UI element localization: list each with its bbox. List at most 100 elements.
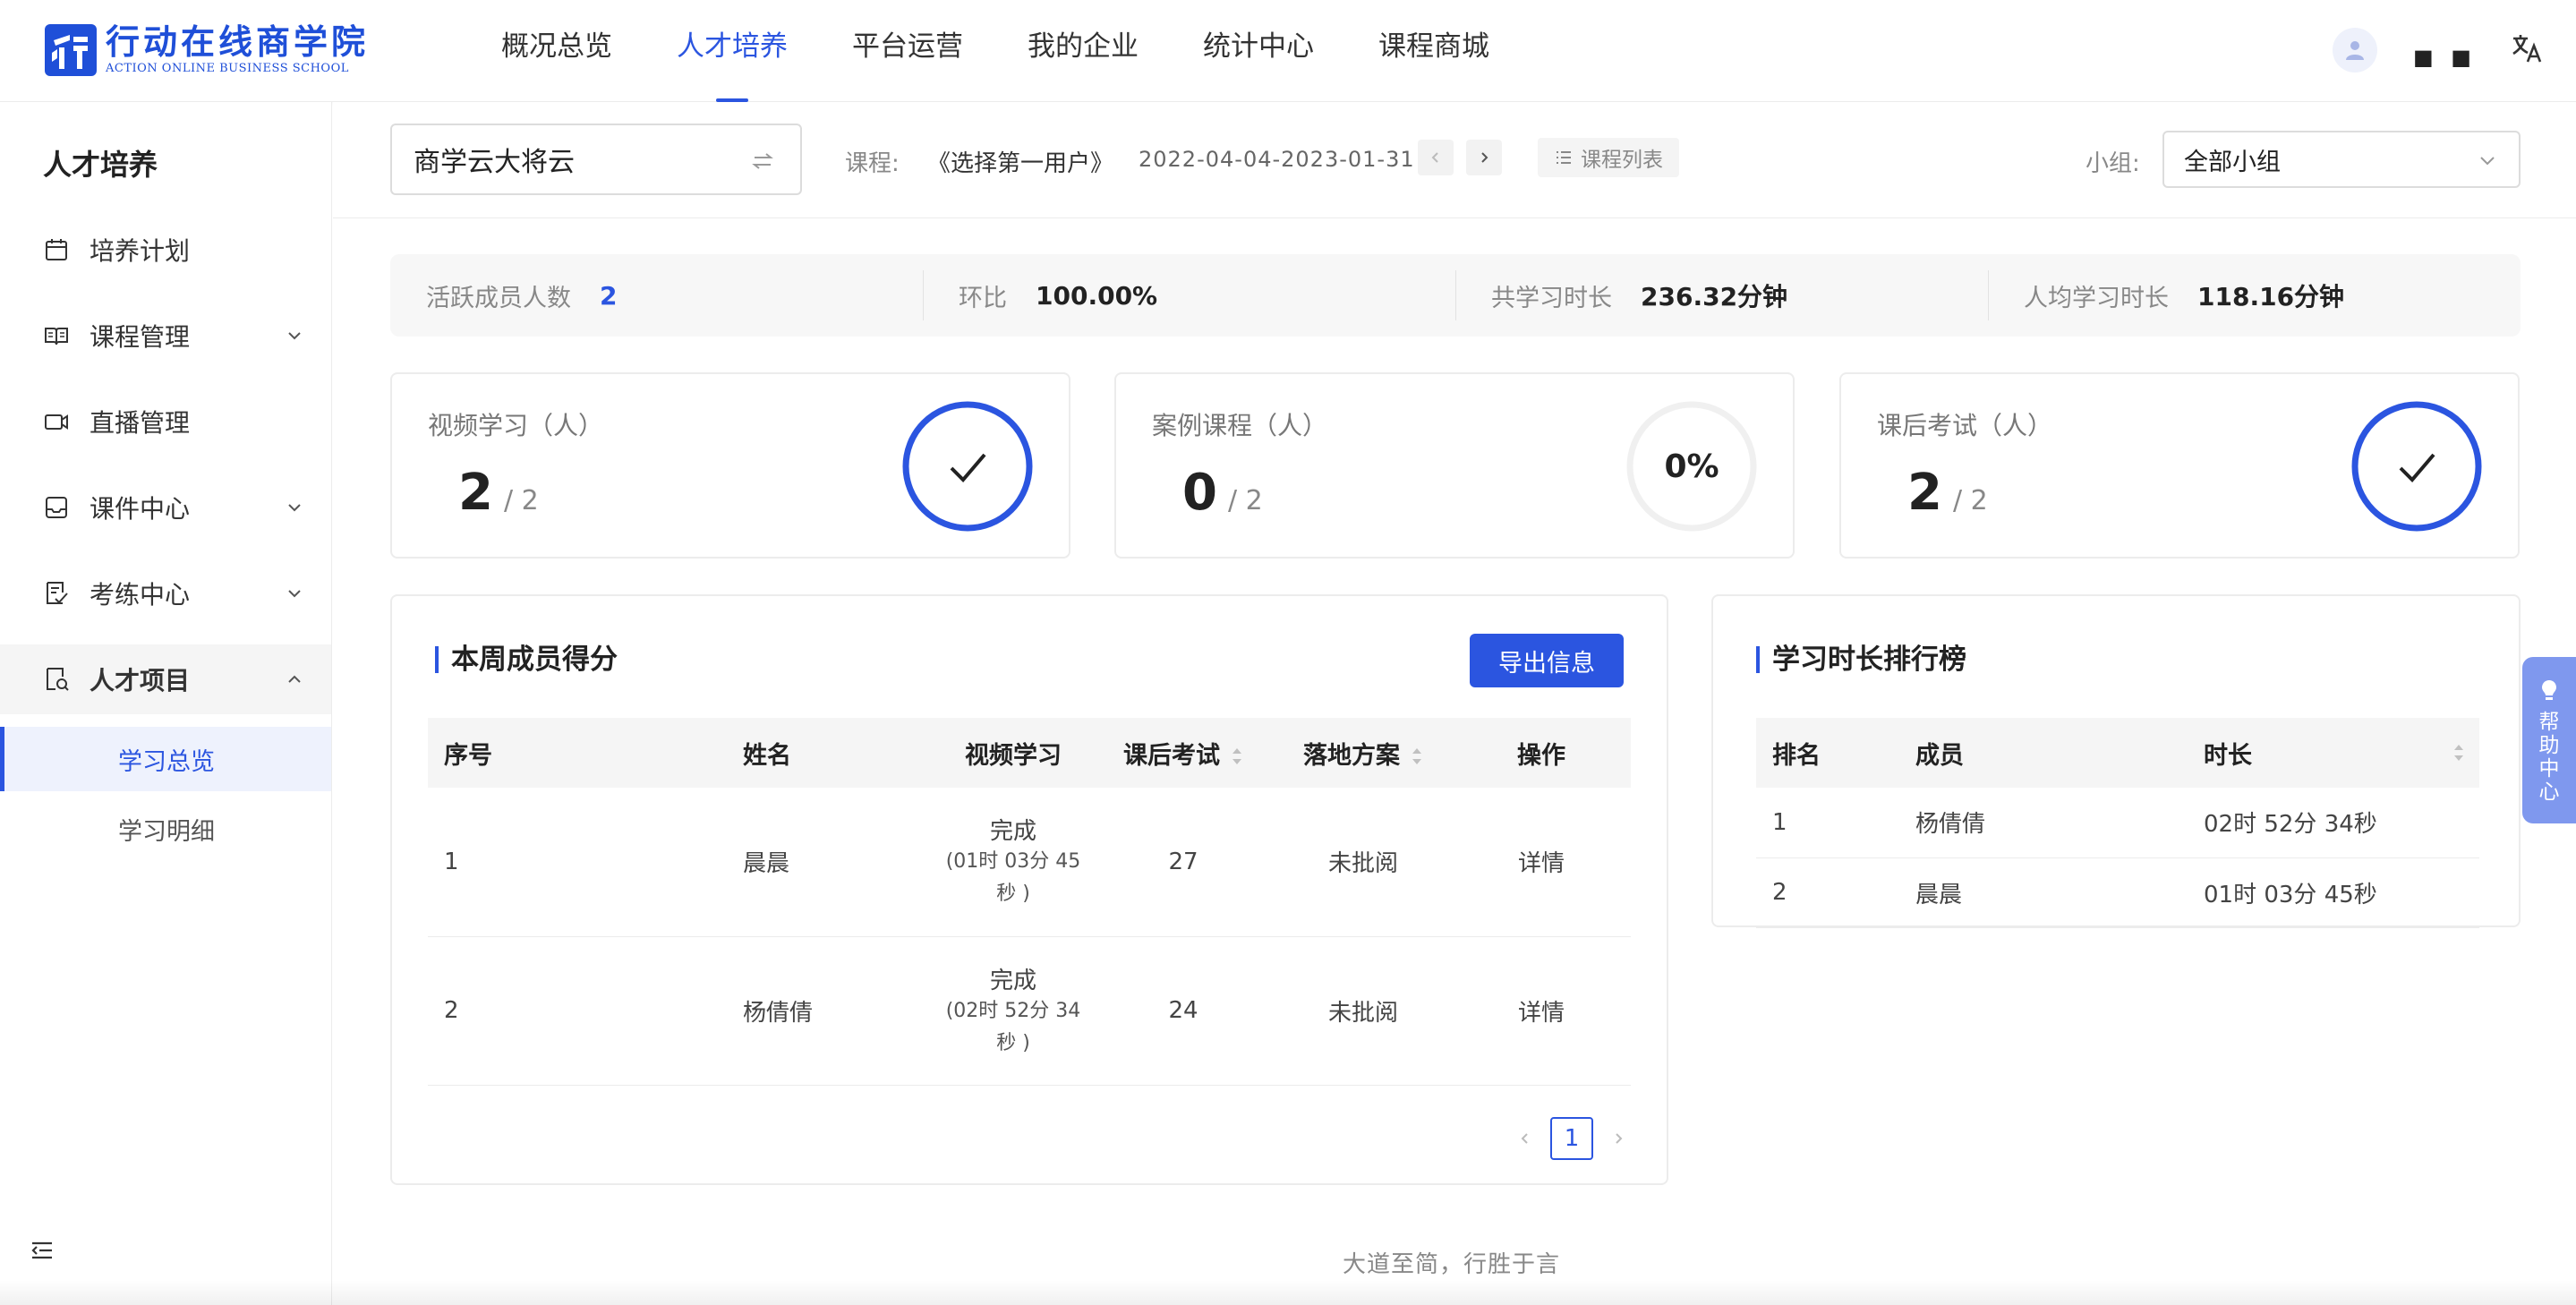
next-course-button[interactable] <box>1466 140 1502 175</box>
prev-page-button[interactable] <box>1509 1122 1541 1155</box>
prev-course-button[interactable] <box>1418 140 1454 175</box>
list-icon <box>1557 151 1571 164</box>
translate-icon[interactable] <box>2510 30 2546 66</box>
col-header: 排名 <box>1756 718 1899 788</box>
video-status: 完成 <box>989 967 1036 994</box>
cell-plan-status[interactable]: 未批阅 <box>1275 788 1452 937</box>
sort-icon[interactable] <box>1231 744 1243 769</box>
footer-slogan: 大道至简，行胜于言 <box>1343 1251 1561 1278</box>
filter-bar: 商学云大将云 课程: 《选择第一用户》 2022-04-04-2023-01-3… <box>333 102 2576 218</box>
chevron-up-icon <box>288 675 301 683</box>
user-name[interactable]: ■ ■ <box>2413 45 2477 70</box>
summary-value: 2 <box>600 280 618 311</box>
panel-title: 学习时长排行榜 <box>1756 644 1966 675</box>
user-avatar[interactable] <box>2333 28 2377 72</box>
chevron-down-icon <box>2480 157 2495 166</box>
sidebar-subitem-learning-overview[interactable]: 学习总览 <box>0 727 331 791</box>
main-nav: 概况总览 人才培养 平台运营 我的企业 统计中心 课程商城 <box>501 0 1554 102</box>
sort-icon[interactable] <box>2452 740 2465 765</box>
stat-total: / 2 <box>1952 485 1988 516</box>
chevron-right-icon <box>1481 152 1488 163</box>
stat-card-case: 案例课程（人） 0 / 2 0% <box>1114 372 1795 559</box>
sidebar-item-courseware-center[interactable]: 课件中心 <box>0 473 331 542</box>
sidebar-item-training-plan[interactable]: 培养计划 <box>0 215 331 285</box>
cell-exam-score[interactable]: 27 <box>1092 788 1275 937</box>
nav-course-mall[interactable]: 课程商城 <box>1378 0 1489 102</box>
page-number[interactable]: 1 <box>1550 1117 1593 1160</box>
nav-statistics[interactable]: 统计中心 <box>1203 0 1314 102</box>
pagination: 1 <box>1509 1117 1634 1160</box>
cell-exam-score[interactable]: 24 <box>1092 936 1275 1086</box>
nav-operations[interactable]: 平台运营 <box>852 0 963 102</box>
nav-talent[interactable]: 人才培养 <box>677 0 788 102</box>
course-list-button[interactable]: 课程列表 <box>1538 138 1679 177</box>
summary-value: 100.00% <box>1036 280 1158 311</box>
collapse-menu-icon[interactable] <box>29 1237 55 1264</box>
org-selector[interactable]: 商学云大将云 <box>390 124 802 195</box>
cell-index: 1 <box>428 788 727 937</box>
sidebar-item-label: 人才项目 <box>90 666 191 695</box>
col-header: 视频学习 <box>934 718 1092 788</box>
course-date-range: 2022-04-04-2023-01-31 <box>1139 147 1415 172</box>
sidebar-title: 人才培养 <box>43 148 158 182</box>
book-icon <box>45 328 68 345</box>
col-header-sortable[interactable]: 落地方案 <box>1275 718 1452 788</box>
score-table: 序号 姓名 视频学习 课后考试 落地方案 操作 1 晨晨 完成 (01时 03分… <box>428 718 1631 1086</box>
cell-duration: 02时 52分 34秒 <box>2188 788 2479 858</box>
panel-title: 本周成员得分 <box>435 644 618 675</box>
sidebar-item-exam-center[interactable]: 考练中心 <box>0 559 331 628</box>
sidebar-subitem-learning-detail[interactable]: 学习明细 <box>0 797 331 861</box>
export-button[interactable]: 导出信息 <box>1470 634 1624 687</box>
cell-video: 完成 (01时 03分 45 秒 ) <box>934 788 1092 937</box>
sidebar-item-talent-project[interactable]: 人才项目 <box>0 644 331 714</box>
stat-label: 案例课程（人） <box>1152 411 1328 440</box>
col-header: 成员 <box>1899 718 2188 788</box>
summary-strip: 活跃成员人数 2 环比 100.00% 共学习时长 236.32分钟 人均学习时… <box>390 254 2521 337</box>
stat-value: 0 / 2 <box>1182 464 1263 522</box>
sidebar-item-live-management[interactable]: 直播管理 <box>0 387 331 456</box>
help-center-label: 帮助中心 <box>2538 711 2560 804</box>
rank-table: 排名 成员 时长 1 杨倩倩 02时 52分 34秒 2 晨晨 01时 03分 … <box>1756 718 2479 928</box>
table-header-row: 序号 姓名 视频学习 课后考试 落地方案 操作 <box>428 718 1631 788</box>
cell-index: 2 <box>428 936 727 1086</box>
detail-link[interactable]: 详情 <box>1452 788 1631 937</box>
calendar-icon <box>46 239 67 260</box>
nav-overview[interactable]: 概况总览 <box>501 0 612 102</box>
top-bar: 行动在线商学院 ACTION ONLINE BUSINESS SCHOOL 概况… <box>0 0 2576 102</box>
sidebar: 人才培养 培养计划 课程管理 直播管理 课件中心 考练中心 人才项目 学习总览 … <box>0 102 332 1305</box>
sidebar-item-course-management[interactable]: 课程管理 <box>0 301 331 371</box>
bottom-shadow <box>0 1280 2576 1305</box>
col-header-sortable[interactable]: 课后考试 <box>1092 718 1275 788</box>
help-center-tab[interactable]: 帮助中心 <box>2522 657 2576 823</box>
video-time: (01时 03分 45 <box>945 850 1081 874</box>
stat-label: 视频学习（人） <box>428 411 604 440</box>
sort-icon[interactable] <box>1411 744 1423 769</box>
detail-link[interactable]: 详情 <box>1452 936 1631 1086</box>
cell-video: 完成 (02时 52分 34 秒 ) <box>934 936 1092 1086</box>
sidebar-item-label: 培养计划 <box>90 236 191 266</box>
stat-card-video: 视频学习（人） 2 / 2 <box>390 372 1070 559</box>
logo[interactable]: 行动在线商学院 ACTION ONLINE BUSINESS SCHOOL <box>43 21 369 79</box>
chevron-left-icon <box>1431 152 1438 163</box>
group-select[interactable]: 全部小组 <box>2162 131 2521 188</box>
video-status: 完成 <box>989 818 1036 846</box>
chevron-down-icon <box>288 504 301 512</box>
col-header-sortable[interactable]: 时长 <box>2188 718 2479 788</box>
table-row: 2 杨倩倩 完成 (02时 52分 34 秒 ) 24 未批阅 详情 <box>428 936 1631 1086</box>
table-row: 1 杨倩倩 02时 52分 34秒 <box>1756 788 2479 858</box>
next-page-button[interactable] <box>1602 1122 1634 1155</box>
exam-icon <box>47 582 68 604</box>
lightbulb-icon <box>2542 680 2556 700</box>
summary-value: 118.16分钟 <box>2197 282 2345 311</box>
project-icon <box>47 668 69 691</box>
table-header-row: 排名 成员 时长 <box>1756 718 2479 788</box>
cell-plan-status[interactable]: 未批阅 <box>1275 936 1452 1086</box>
chevron-right-icon <box>1616 1133 1623 1144</box>
video-time-end: 秒 ) <box>996 1031 1030 1054</box>
course-name[interactable]: 《选择第一用户》 <box>927 145 1113 178</box>
table-row: 2 晨晨 01时 03分 45秒 <box>1756 857 2479 928</box>
summary-label: 人均学习时长 <box>2024 284 2169 312</box>
nav-my-company[interactable]: 我的企业 <box>1028 0 1139 102</box>
chevron-down-icon <box>288 332 301 340</box>
cell-rank: 1 <box>1756 788 1899 858</box>
